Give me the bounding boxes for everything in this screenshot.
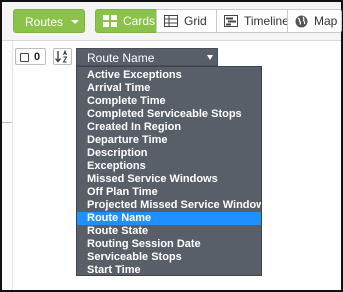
sort-option[interactable]: Created In Region [77, 121, 261, 134]
sort-option[interactable]: Missed Service Windows [77, 173, 261, 186]
sort-option[interactable]: Route State [77, 225, 261, 238]
sort-direction-button[interactable] [53, 48, 72, 65]
view-map-button[interactable]: Map [287, 9, 342, 33]
view-cards-button[interactable]: Cards [95, 9, 157, 33]
globe-icon [295, 15, 308, 27]
view-timeline-button[interactable]: Timeline [216, 9, 289, 33]
sort-option[interactable]: Routing Session Date [77, 238, 261, 251]
view-grid-button[interactable]: Grid [156, 9, 217, 33]
app-frame: Routes Cards Grid Timeline Map 0 Route N… [0, 0, 343, 292]
sort-option[interactable]: Completed Serviceable Stops [77, 108, 261, 121]
sort-option[interactable]: Projected Missed Service Windows [77, 199, 261, 212]
sort-ascending-icon [55, 49, 68, 63]
view-cards-label: Cards [123, 14, 156, 28]
cards-icon [103, 15, 117, 27]
sort-option[interactable]: Serviceable Stops [77, 251, 261, 264]
sort-option[interactable]: Start Time [77, 264, 261, 275]
sort-field-select[interactable]: Route Name [76, 48, 218, 66]
view-timeline-label: Timeline [244, 14, 289, 28]
sort-option[interactable]: Complete Time [77, 95, 261, 108]
side-panel-edge [2, 41, 13, 290]
grid-icon [164, 15, 178, 27]
sort-option[interactable]: Departure Time [77, 134, 261, 147]
dropdown-arrow-icon [207, 55, 213, 60]
sort-option[interactable]: Exceptions [77, 160, 261, 173]
sort-option[interactable]: Description [77, 147, 261, 160]
sort-option[interactable]: Arrival Time [77, 82, 261, 95]
toolbar: Routes Cards Grid Timeline Map [2, 2, 342, 41]
view-map-label: Map [314, 14, 338, 28]
view-switcher: Cards Grid Timeline Map [95, 9, 342, 33]
routes-button-label: Routes [25, 15, 64, 29]
select-all-button[interactable]: 0 [15, 48, 46, 65]
sort-option[interactable]: Off Plan Time [77, 186, 261, 199]
caret-down-icon [71, 20, 79, 24]
selected-count: 0 [34, 51, 41, 63]
sort-option[interactable]: Route Name [77, 212, 261, 225]
sort-options-list: Active Exceptions Arrival Time Complete Ti… [76, 66, 262, 276]
divider [2, 122, 12, 123]
timeline-icon [224, 15, 238, 27]
routes-dropdown-button[interactable]: Routes [13, 9, 85, 33]
checkbox-icon [20, 53, 29, 62]
view-grid-label: Grid [184, 14, 207, 28]
sort-option[interactable]: Active Exceptions [77, 69, 261, 82]
sort-field-value: Route Name [87, 51, 155, 65]
